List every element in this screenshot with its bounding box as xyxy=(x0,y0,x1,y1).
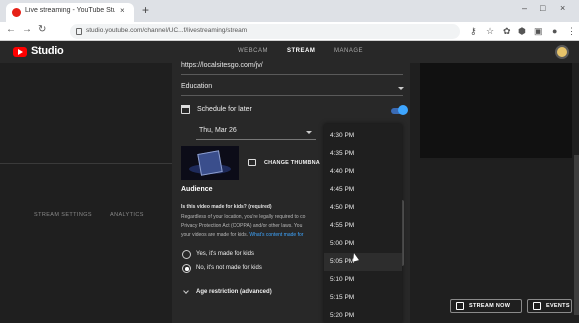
right-scrollbar[interactable] xyxy=(574,155,579,315)
forward-arrow-icon[interactable]: → xyxy=(22,24,32,35)
kids-learn-more-link[interactable]: What's content made for xyxy=(249,232,303,238)
left-divider xyxy=(0,163,172,164)
radio-no-label[interactable]: No, it's not made for kids xyxy=(196,265,262,271)
browser-tab[interactable]: Live streaming - YouTube Studio × xyxy=(6,3,134,22)
new-tab-icon[interactable]: + xyxy=(142,3,149,17)
stream-now-button[interactable]: STREAM NOW xyxy=(450,299,522,313)
preview-area xyxy=(420,63,572,158)
back-arrow-icon[interactable]: ← xyxy=(6,24,16,35)
youtube-favicon-icon xyxy=(12,8,21,17)
time-option[interactable]: 4:30 PM xyxy=(324,127,402,145)
youtube-logo-icon[interactable] xyxy=(13,47,27,57)
kids-description-line-3: your videos are made for kids. What's co… xyxy=(181,232,323,238)
stream-now-label: STREAM NOW xyxy=(469,303,511,309)
tab-manage[interactable]: MANAGE xyxy=(334,48,363,54)
star-icon[interactable]: ☆ xyxy=(486,26,494,37)
kids-description-line-1: Regardless of your location, you're lega… xyxy=(181,214,306,220)
minimize-icon[interactable]: – xyxy=(522,3,527,13)
radio-selected-dot xyxy=(185,267,189,271)
time-option[interactable]: 5:10 PM xyxy=(324,271,402,289)
schedule-label: Schedule for later xyxy=(197,106,252,113)
time-option[interactable]: 4:45 PM xyxy=(324,181,402,199)
maximize-icon[interactable]: □ xyxy=(540,3,545,13)
radio-yes-kids[interactable] xyxy=(182,250,191,259)
profile-icon[interactable]: ● xyxy=(552,26,557,36)
extension-3-icon[interactable]: ▣ xyxy=(534,26,543,37)
radio-yes-label[interactable]: Yes, it's made for kids xyxy=(196,251,254,257)
extension-icon[interactable]: ✿ xyxy=(503,26,511,37)
events-label: EVENTS xyxy=(546,303,570,309)
kids-question: Is this video made for kids? (required) xyxy=(181,204,272,210)
time-option[interactable]: 4:40 PM xyxy=(324,163,402,181)
window-close-icon[interactable]: × xyxy=(560,3,565,13)
category-select[interactable]: Education xyxy=(181,83,212,90)
play-icon xyxy=(18,49,23,55)
audience-heading: Audience xyxy=(181,186,213,193)
time-option[interactable]: 4:35 PM xyxy=(324,145,402,163)
image-icon[interactable] xyxy=(248,159,256,166)
kids-description-line-2: Privacy Protection Act (COPPA) and/or ot… xyxy=(181,223,303,229)
tab-analytics[interactable]: ANALYTICS xyxy=(110,212,144,218)
age-restriction-toggle[interactable]: Age restriction (advanced) xyxy=(196,289,272,295)
chevron-down-icon[interactable] xyxy=(398,87,404,90)
time-dropdown[interactable]: 4:30 PM 4:35 PM 4:40 PM 4:45 PM 4:50 PM 4:55 … xyxy=(324,124,402,323)
date-chevron-down-icon[interactable] xyxy=(306,131,312,134)
time-option[interactable]: 4:50 PM xyxy=(324,199,402,217)
address-url: studio.youtube.com/channel/UC...f/livest… xyxy=(86,27,248,34)
tab-stream-settings[interactable]: STREAM SETTINGS xyxy=(34,212,92,218)
radio-no-kids[interactable] xyxy=(182,264,191,273)
left-background-panel xyxy=(0,63,172,323)
menu-dots-icon[interactable]: ⋮ xyxy=(567,26,576,37)
date-underline xyxy=(196,139,316,140)
change-thumbnail-button[interactable]: CHANGE THUMBNA xyxy=(264,160,324,166)
avatar[interactable] xyxy=(555,45,569,59)
thumbnail-image xyxy=(181,146,239,180)
time-option[interactable]: 5:05 PM xyxy=(324,253,402,271)
events-icon xyxy=(533,302,541,310)
events-button[interactable]: EVENTS xyxy=(527,299,572,313)
tab-close-icon[interactable]: × xyxy=(120,6,125,15)
time-option[interactable]: 5:20 PM xyxy=(324,307,402,323)
time-option[interactable]: 4:55 PM xyxy=(324,217,402,235)
category-underline xyxy=(181,95,403,96)
calendar-icon-header xyxy=(181,105,190,108)
address-bar[interactable]: studio.youtube.com/channel/UC...f/livest… xyxy=(70,24,460,39)
lock-icon xyxy=(76,28,82,35)
browser-toolbar: ← → ↻ studio.youtube.com/channel/UC...f/… xyxy=(0,22,579,41)
studio-brand-text: Studio xyxy=(31,45,64,57)
key-icon[interactable]: ⚷ xyxy=(470,26,477,37)
kids-description-text: your videos are made for kids. xyxy=(181,232,250,238)
url-field[interactable]: https://localsitesgo.com/jv/ xyxy=(181,62,263,69)
tab-webcam[interactable]: WEBCAM xyxy=(238,48,268,54)
tab-stream[interactable]: STREAM xyxy=(287,48,315,54)
url-field-underline xyxy=(181,74,403,75)
time-option[interactable]: 5:00 PM xyxy=(324,235,402,253)
extension-2-icon[interactable]: ⬢ xyxy=(518,26,526,37)
browser-tab-title: Live streaming - YouTube Studio xyxy=(25,7,115,14)
thumbnail-box-graphic xyxy=(197,150,223,176)
date-select[interactable]: Thu, Mar 26 xyxy=(199,127,237,134)
browser-tab-bar: Live streaming - YouTube Studio × + – □ … xyxy=(0,0,579,22)
time-option[interactable]: 5:15 PM xyxy=(324,289,402,307)
reload-icon[interactable]: ↻ xyxy=(38,24,46,35)
stream-now-icon xyxy=(456,302,464,310)
schedule-toggle-knob[interactable] xyxy=(398,105,408,115)
